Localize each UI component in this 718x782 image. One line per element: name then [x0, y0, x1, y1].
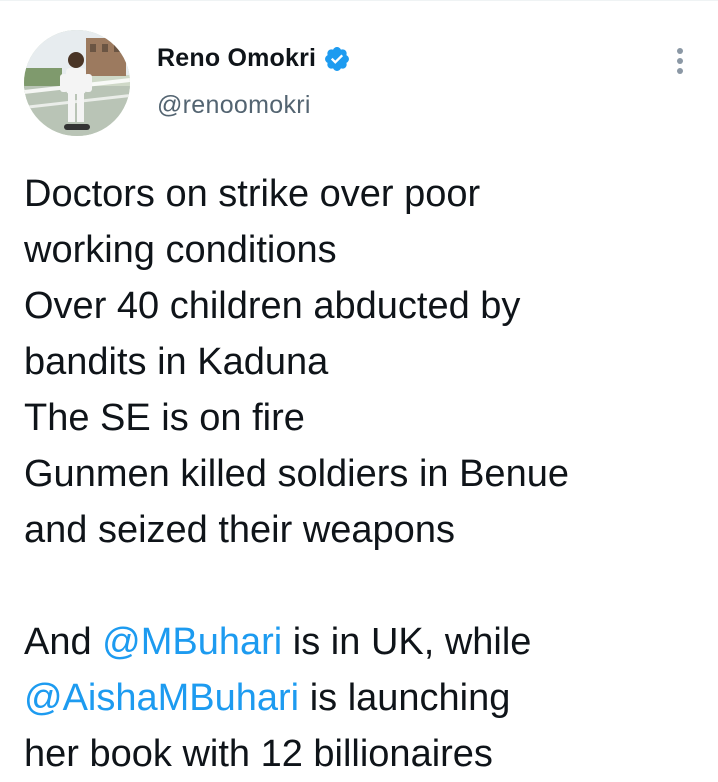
more-dot	[677, 68, 683, 74]
avatar[interactable]	[24, 30, 130, 136]
tweet-line: bandits in Kaduna	[24, 341, 329, 383]
tweet-line: Over 40 children abducted by	[24, 285, 521, 327]
mention-link-aishambuhari[interactable]: @AishaMBuhari	[24, 677, 299, 719]
text-segment: is in UK, while	[282, 621, 532, 663]
tweet-line: her book with 12 billionaires	[24, 733, 493, 775]
text-segment: is launching	[299, 677, 511, 719]
author-handle[interactable]: @renoomokri	[157, 91, 311, 120]
tweet-line: And @MBuhari is in UK, while	[24, 614, 704, 670]
more-dot	[677, 58, 683, 64]
text-segment: And	[24, 621, 103, 663]
tweet-line: working conditions	[24, 229, 337, 271]
author-name-row: Reno Omokri	[157, 44, 351, 73]
tweet-line: Gunmen killed soldiers in Benue	[24, 453, 569, 495]
verified-badge-icon	[325, 46, 350, 71]
mention-link-mbuhari[interactable]: @MBuhari	[102, 621, 282, 663]
more-dot	[677, 48, 683, 54]
profile-photo	[24, 30, 130, 136]
tweet-line: Doctors on strike over poor	[24, 173, 481, 215]
tweet-line: @AishaMBuhari is launching	[24, 670, 704, 726]
tweet-line: and seized their weapons	[24, 509, 455, 551]
more-vertical-icon[interactable]	[665, 44, 695, 78]
author-name[interactable]: Reno Omokri	[157, 44, 316, 73]
top-divider	[0, 0, 718, 1]
tweet-line: The SE is on fire	[24, 397, 305, 439]
tweet-text: Doctors on strike over poor working cond…	[24, 166, 704, 782]
